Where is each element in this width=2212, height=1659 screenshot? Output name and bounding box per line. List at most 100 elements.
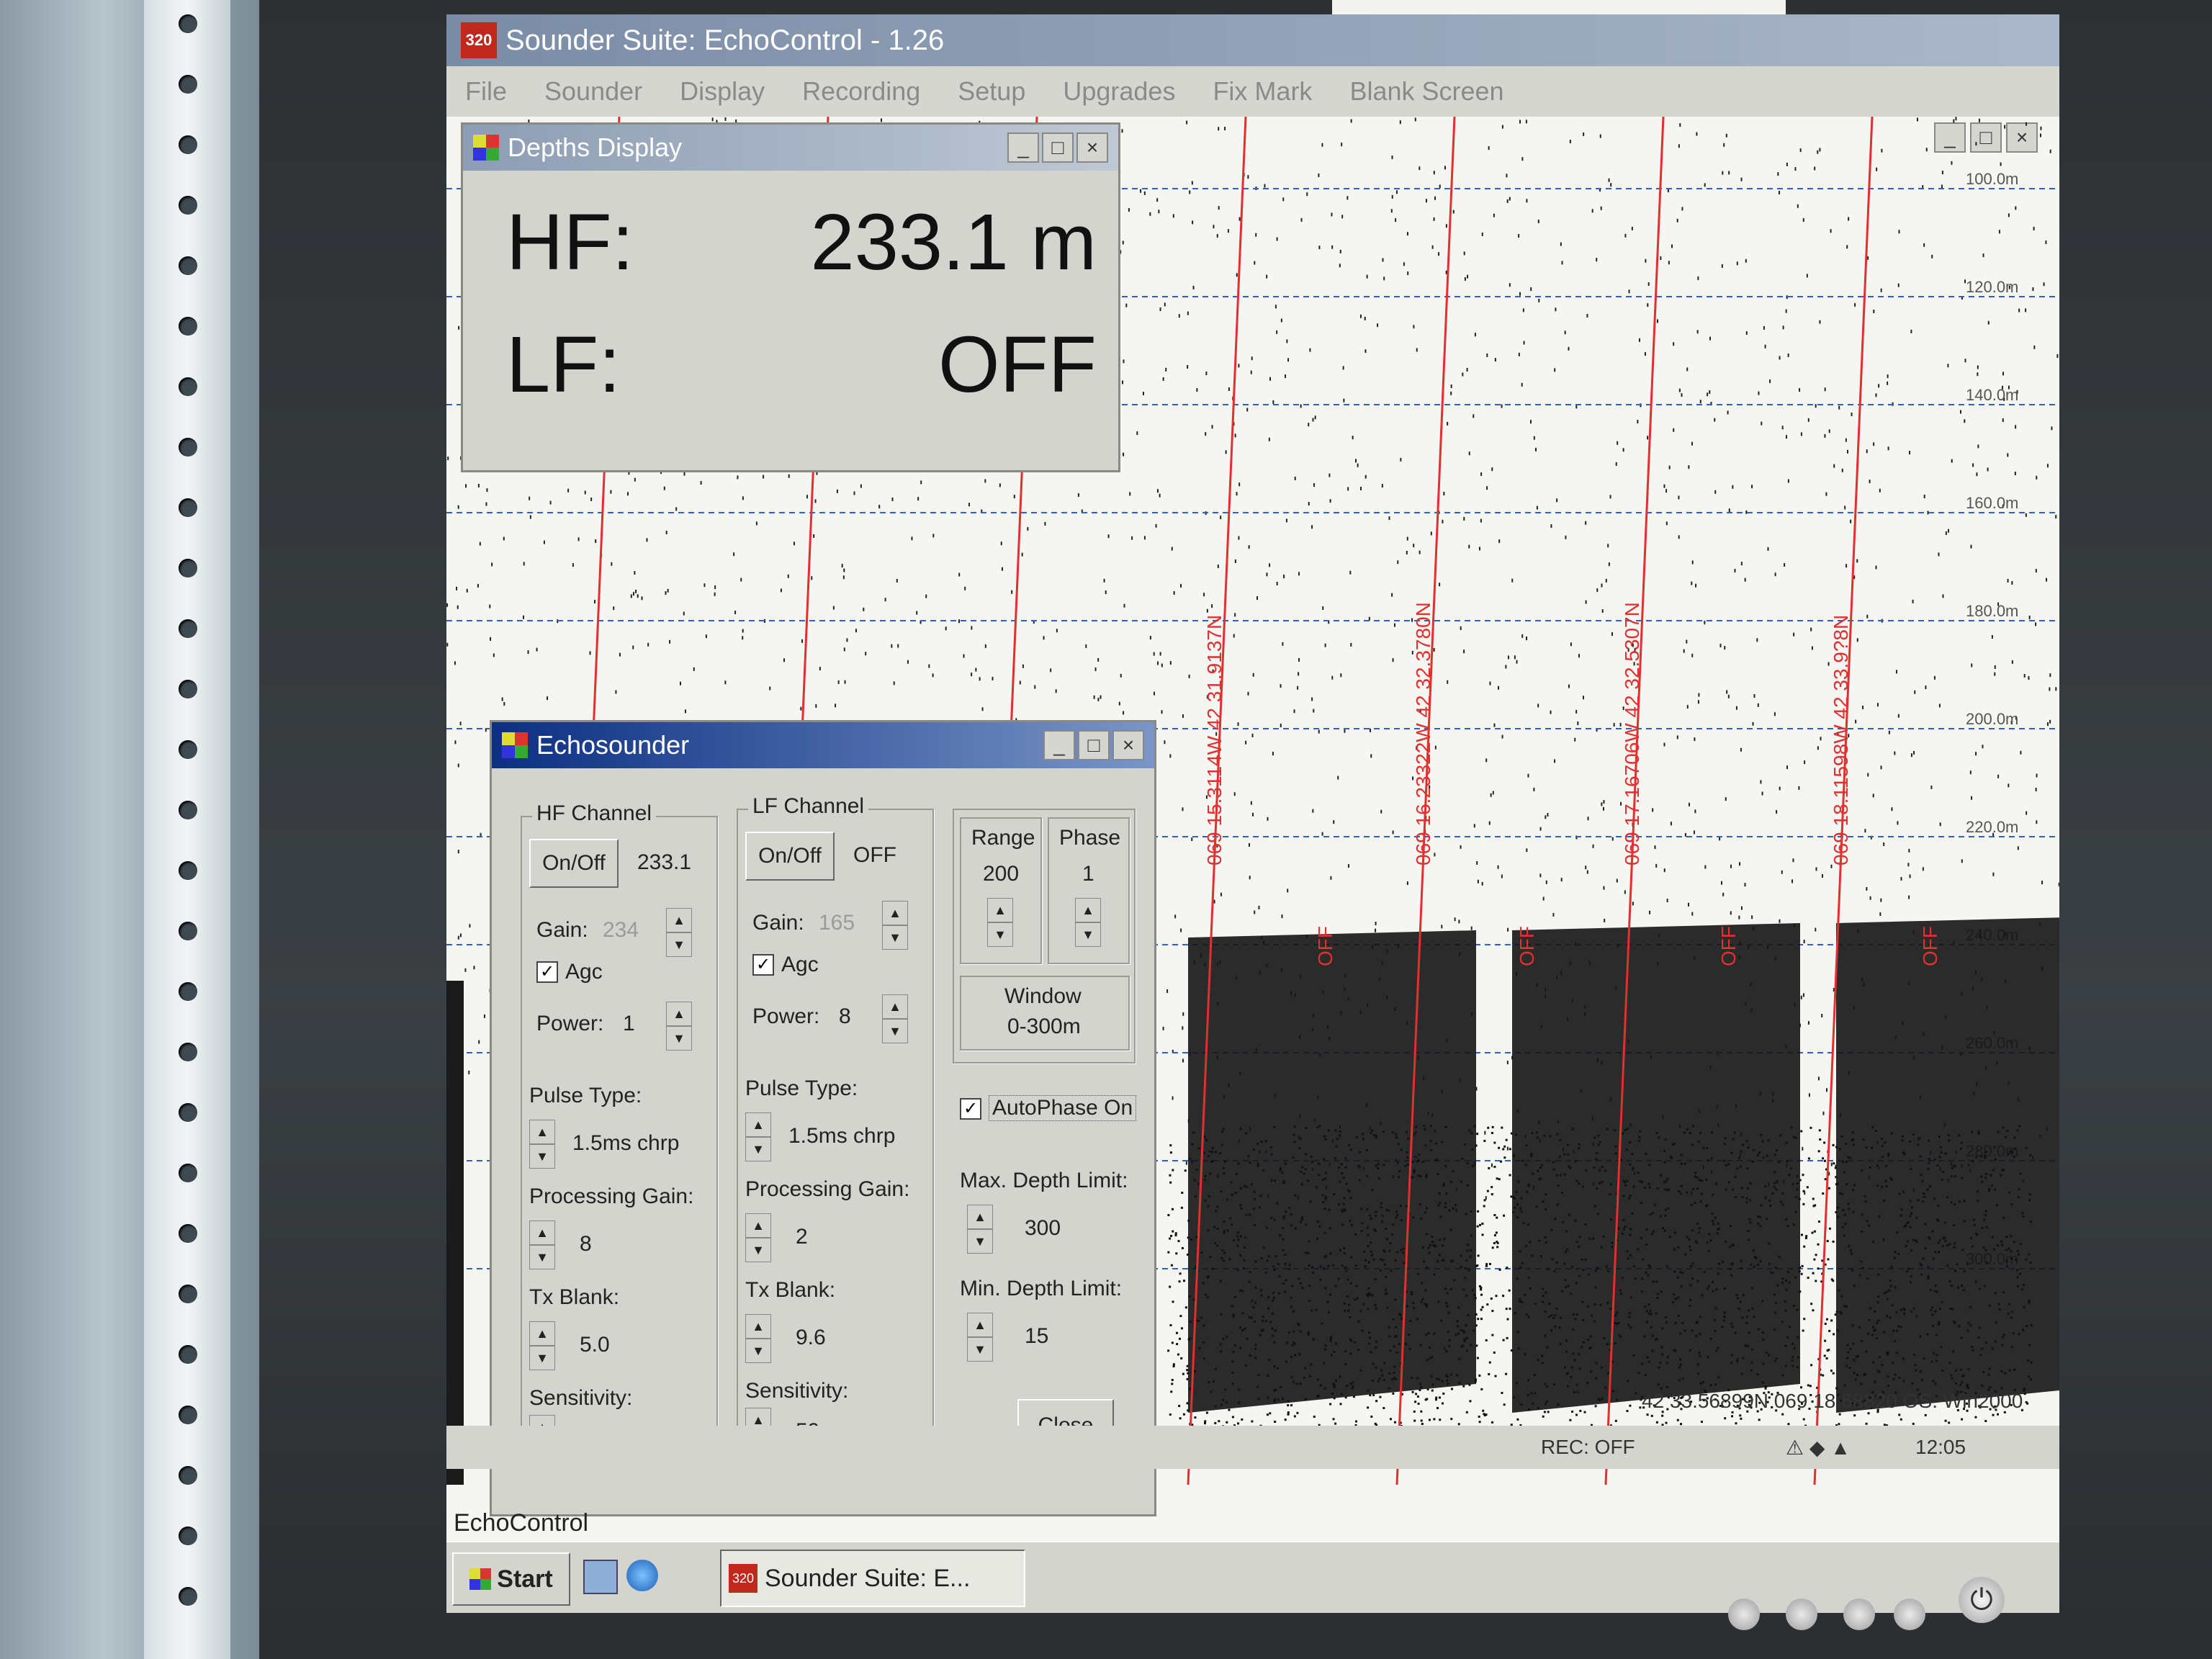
spin-down-icon[interactable]: ▼ <box>529 1144 555 1169</box>
noise-speck <box>485 502 487 506</box>
hf-gain-spinner[interactable]: ▲ ▼ <box>666 908 692 957</box>
echo-scatter <box>1188 1295 1191 1298</box>
spin-down-icon[interactable]: ▼ <box>666 1026 692 1051</box>
hf-power-spinner[interactable]: ▲ ▼ <box>666 1002 692 1051</box>
phase-spinner[interactable]: ▲ ▼ <box>1075 898 1101 947</box>
spin-up-icon[interactable]: ▲ <box>745 1213 771 1238</box>
echo-scatter <box>1295 1382 1298 1385</box>
echo-scatter <box>1463 1340 1466 1343</box>
hf-onoff-button[interactable]: On/Off <box>529 839 619 888</box>
spin-down-icon[interactable]: ▼ <box>745 1137 771 1161</box>
spin-down-icon[interactable]: ▼ <box>529 1245 555 1269</box>
echo-scatter <box>1220 1190 1223 1193</box>
min-depth-spinner[interactable]: ▲ ▼ <box>967 1313 993 1362</box>
echo-scatter <box>1239 1128 1242 1130</box>
hf-txblank-spinner[interactable]: ▲ ▼ <box>529 1321 555 1370</box>
menu-file[interactable]: File <box>465 76 507 107</box>
lf-proc-spinner[interactable]: ▲ ▼ <box>745 1213 771 1262</box>
spin-down-icon[interactable]: ▼ <box>666 932 692 957</box>
minimize-icon[interactable]: _ <box>1043 730 1075 760</box>
browser-icon[interactable] <box>626 1560 658 1591</box>
lf-onoff-button[interactable]: On/Off <box>745 832 835 881</box>
spin-up-icon[interactable]: ▲ <box>987 898 1013 922</box>
spin-up-icon[interactable]: ▲ <box>967 1205 993 1229</box>
spin-down-icon[interactable]: ▼ <box>1075 922 1101 947</box>
noise-speck <box>1165 367 1167 372</box>
noise-speck <box>1799 148 1802 153</box>
echo-scatter <box>1393 1345 1395 1348</box>
menu-setup[interactable]: Setup <box>958 76 1025 107</box>
spin-down-icon[interactable]: ▼ <box>745 1339 771 1363</box>
depths-titlebar[interactable]: Depths Display _ □ × <box>463 125 1118 171</box>
spin-down-icon[interactable]: ▼ <box>882 925 908 950</box>
close-icon[interactable]: × <box>1076 132 1108 163</box>
range-spinner[interactable]: ▲ ▼ <box>987 898 1013 947</box>
taskbar-app-button[interactable]: 320 Sounder Suite: E... <box>720 1550 1025 1607</box>
menu-blank-screen[interactable]: Blank Screen <box>1349 76 1503 107</box>
monitor-button[interactable] <box>1728 1599 1760 1630</box>
spin-up-icon[interactable]: ▲ <box>882 901 908 925</box>
monitor-button[interactable] <box>1843 1599 1875 1630</box>
echo-scatter <box>1311 1266 1314 1269</box>
lf-power-spinner[interactable]: ▲ ▼ <box>882 994 908 1043</box>
noise-speck <box>1481 881 1483 886</box>
spin-up-icon[interactable]: ▲ <box>745 1112 771 1137</box>
spin-up-icon[interactable]: ▲ <box>745 1314 771 1339</box>
maximize-icon[interactable]: □ <box>1042 132 1074 163</box>
power-icon[interactable]: ⏻ <box>1959 1577 2005 1623</box>
hf-proc-spinner[interactable]: ▲ ▼ <box>529 1220 555 1269</box>
lf-pulse-spinner[interactable]: ▲ ▼ <box>745 1112 771 1161</box>
maximize-icon[interactable]: □ <box>1078 730 1110 760</box>
spin-down-icon[interactable]: ▼ <box>882 1019 908 1043</box>
monitor-button[interactable] <box>1786 1599 1817 1630</box>
app-titlebar[interactable]: 320 Sounder Suite: EchoControl - 1.26 <box>446 14 2059 66</box>
hf-agc-label: Agc <box>565 960 603 984</box>
hf-pulse-spinner[interactable]: ▲ ▼ <box>529 1120 555 1169</box>
menu-fix-mark[interactable]: Fix Mark <box>1213 76 1312 107</box>
echo-scatter <box>1400 1317 1403 1320</box>
spin-down-icon[interactable]: ▼ <box>529 1346 555 1370</box>
menu-sounder[interactable]: Sounder <box>544 76 642 107</box>
minimize-icon[interactable]: _ <box>1007 132 1039 163</box>
spin-up-icon[interactable]: ▲ <box>882 994 908 1019</box>
echo-scatter <box>1233 1344 1236 1346</box>
close-icon[interactable]: × <box>1112 730 1144 760</box>
menu-recording[interactable]: Recording <box>802 76 920 107</box>
lf-agc-checkbox[interactable]: ✓ <box>752 954 774 976</box>
monitor-button[interactable] <box>1894 1599 1925 1630</box>
spin-up-icon[interactable]: ▲ <box>967 1313 993 1337</box>
spin-down-icon[interactable]: ▼ <box>967 1229 993 1254</box>
spin-up-icon[interactable]: ▲ <box>529 1120 555 1144</box>
menu-upgrades[interactable]: Upgrades <box>1063 76 1175 107</box>
hf-agc-checkbox[interactable]: ✓ <box>536 961 558 983</box>
echo-scatter <box>1762 1156 1765 1159</box>
echo-scatter <box>1406 1163 1409 1166</box>
noise-speck <box>1172 1096 1174 1100</box>
lf-txblank-spinner[interactable]: ▲ ▼ <box>745 1314 771 1363</box>
max-depth-spinner[interactable]: ▲ ▼ <box>967 1205 993 1254</box>
echosounder-titlebar[interactable]: Echosounder _ □ × <box>492 722 1154 768</box>
spin-up-icon[interactable]: ▲ <box>666 1002 692 1026</box>
spin-up-icon[interactable]: ▲ <box>1075 898 1101 922</box>
echo-scatter <box>1712 1220 1714 1223</box>
echo-scatter <box>1321 1194 1324 1197</box>
echo-scatter <box>1383 1263 1386 1266</box>
noise-speck <box>1900 876 1902 881</box>
echo-scatter <box>1532 1172 1534 1175</box>
spin-up-icon[interactable]: ▲ <box>529 1220 555 1245</box>
spin-down-icon[interactable]: ▼ <box>987 922 1013 947</box>
window-label: Window <box>1004 984 1082 1008</box>
spin-up-icon[interactable]: ▲ <box>529 1321 555 1346</box>
echo-scatter <box>1316 1395 1319 1398</box>
spin-up-icon[interactable]: ▲ <box>666 908 692 932</box>
lf-gain-spinner[interactable]: ▲ ▼ <box>882 901 908 950</box>
start-button[interactable]: Start <box>452 1552 570 1606</box>
echo-scatter <box>1871 1334 1874 1336</box>
autophase-checkbox[interactable]: ✓ <box>960 1098 981 1120</box>
echo-scatter <box>1578 1143 1581 1146</box>
desktop-icon[interactable] <box>583 1560 618 1594</box>
menu-display[interactable]: Display <box>680 76 765 107</box>
spin-down-icon[interactable]: ▼ <box>745 1238 771 1262</box>
spin-down-icon[interactable]: ▼ <box>967 1337 993 1362</box>
window-box[interactable]: Window 0-300m <box>960 976 1130 1051</box>
